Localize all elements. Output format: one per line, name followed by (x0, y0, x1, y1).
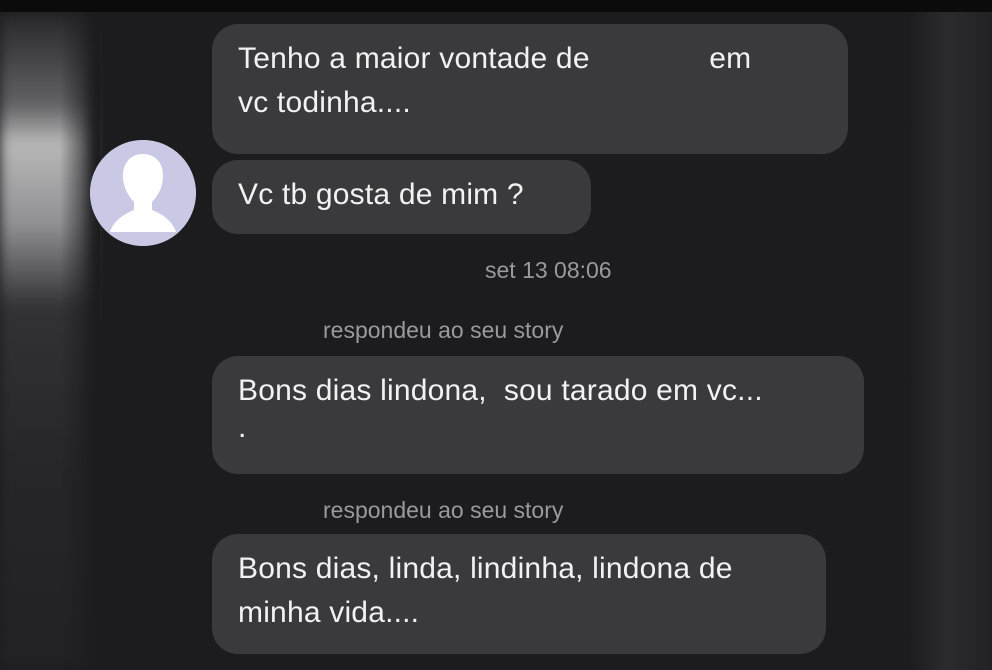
message-text-line: Tenho a maior vontade de em (238, 42, 752, 75)
message-text-line: Vc tb gosta de mim ? (238, 178, 524, 211)
message-bubble[interactable]: Vc tb gosta de mim ? (212, 160, 591, 234)
message-bubble[interactable]: Bons dias, linda, lindinha, lindona de m… (212, 534, 826, 654)
story-reply-label: respondeu ao seu story (323, 497, 564, 523)
message-bubble[interactable]: Tenho a maior vontade de em vc todinha..… (212, 24, 848, 154)
right-edge-panel (908, 12, 992, 670)
message-timestamp: set 13 08:06 (485, 257, 612, 283)
message-text-line: . (238, 411, 247, 444)
message-text-line: minha vida.... (238, 596, 420, 629)
message-bubble[interactable]: Bons dias lindona, sou tarado em vc... . (212, 356, 864, 474)
message-text-line: Bons dias, linda, lindinha, lindona de (238, 552, 733, 585)
chat-screen: Tenho a maior vontade de em vc todinha..… (0, 12, 992, 670)
avatar[interactable] (90, 140, 196, 246)
message-text-line: vc todinha.... (238, 86, 411, 119)
left-edge-fade (60, 12, 100, 670)
message-text-line: Bons dias lindona, sou tarado em vc... (238, 374, 763, 407)
story-reply-label: respondeu ao seu story (323, 317, 564, 343)
default-profile-silhouette-icon (90, 140, 196, 246)
